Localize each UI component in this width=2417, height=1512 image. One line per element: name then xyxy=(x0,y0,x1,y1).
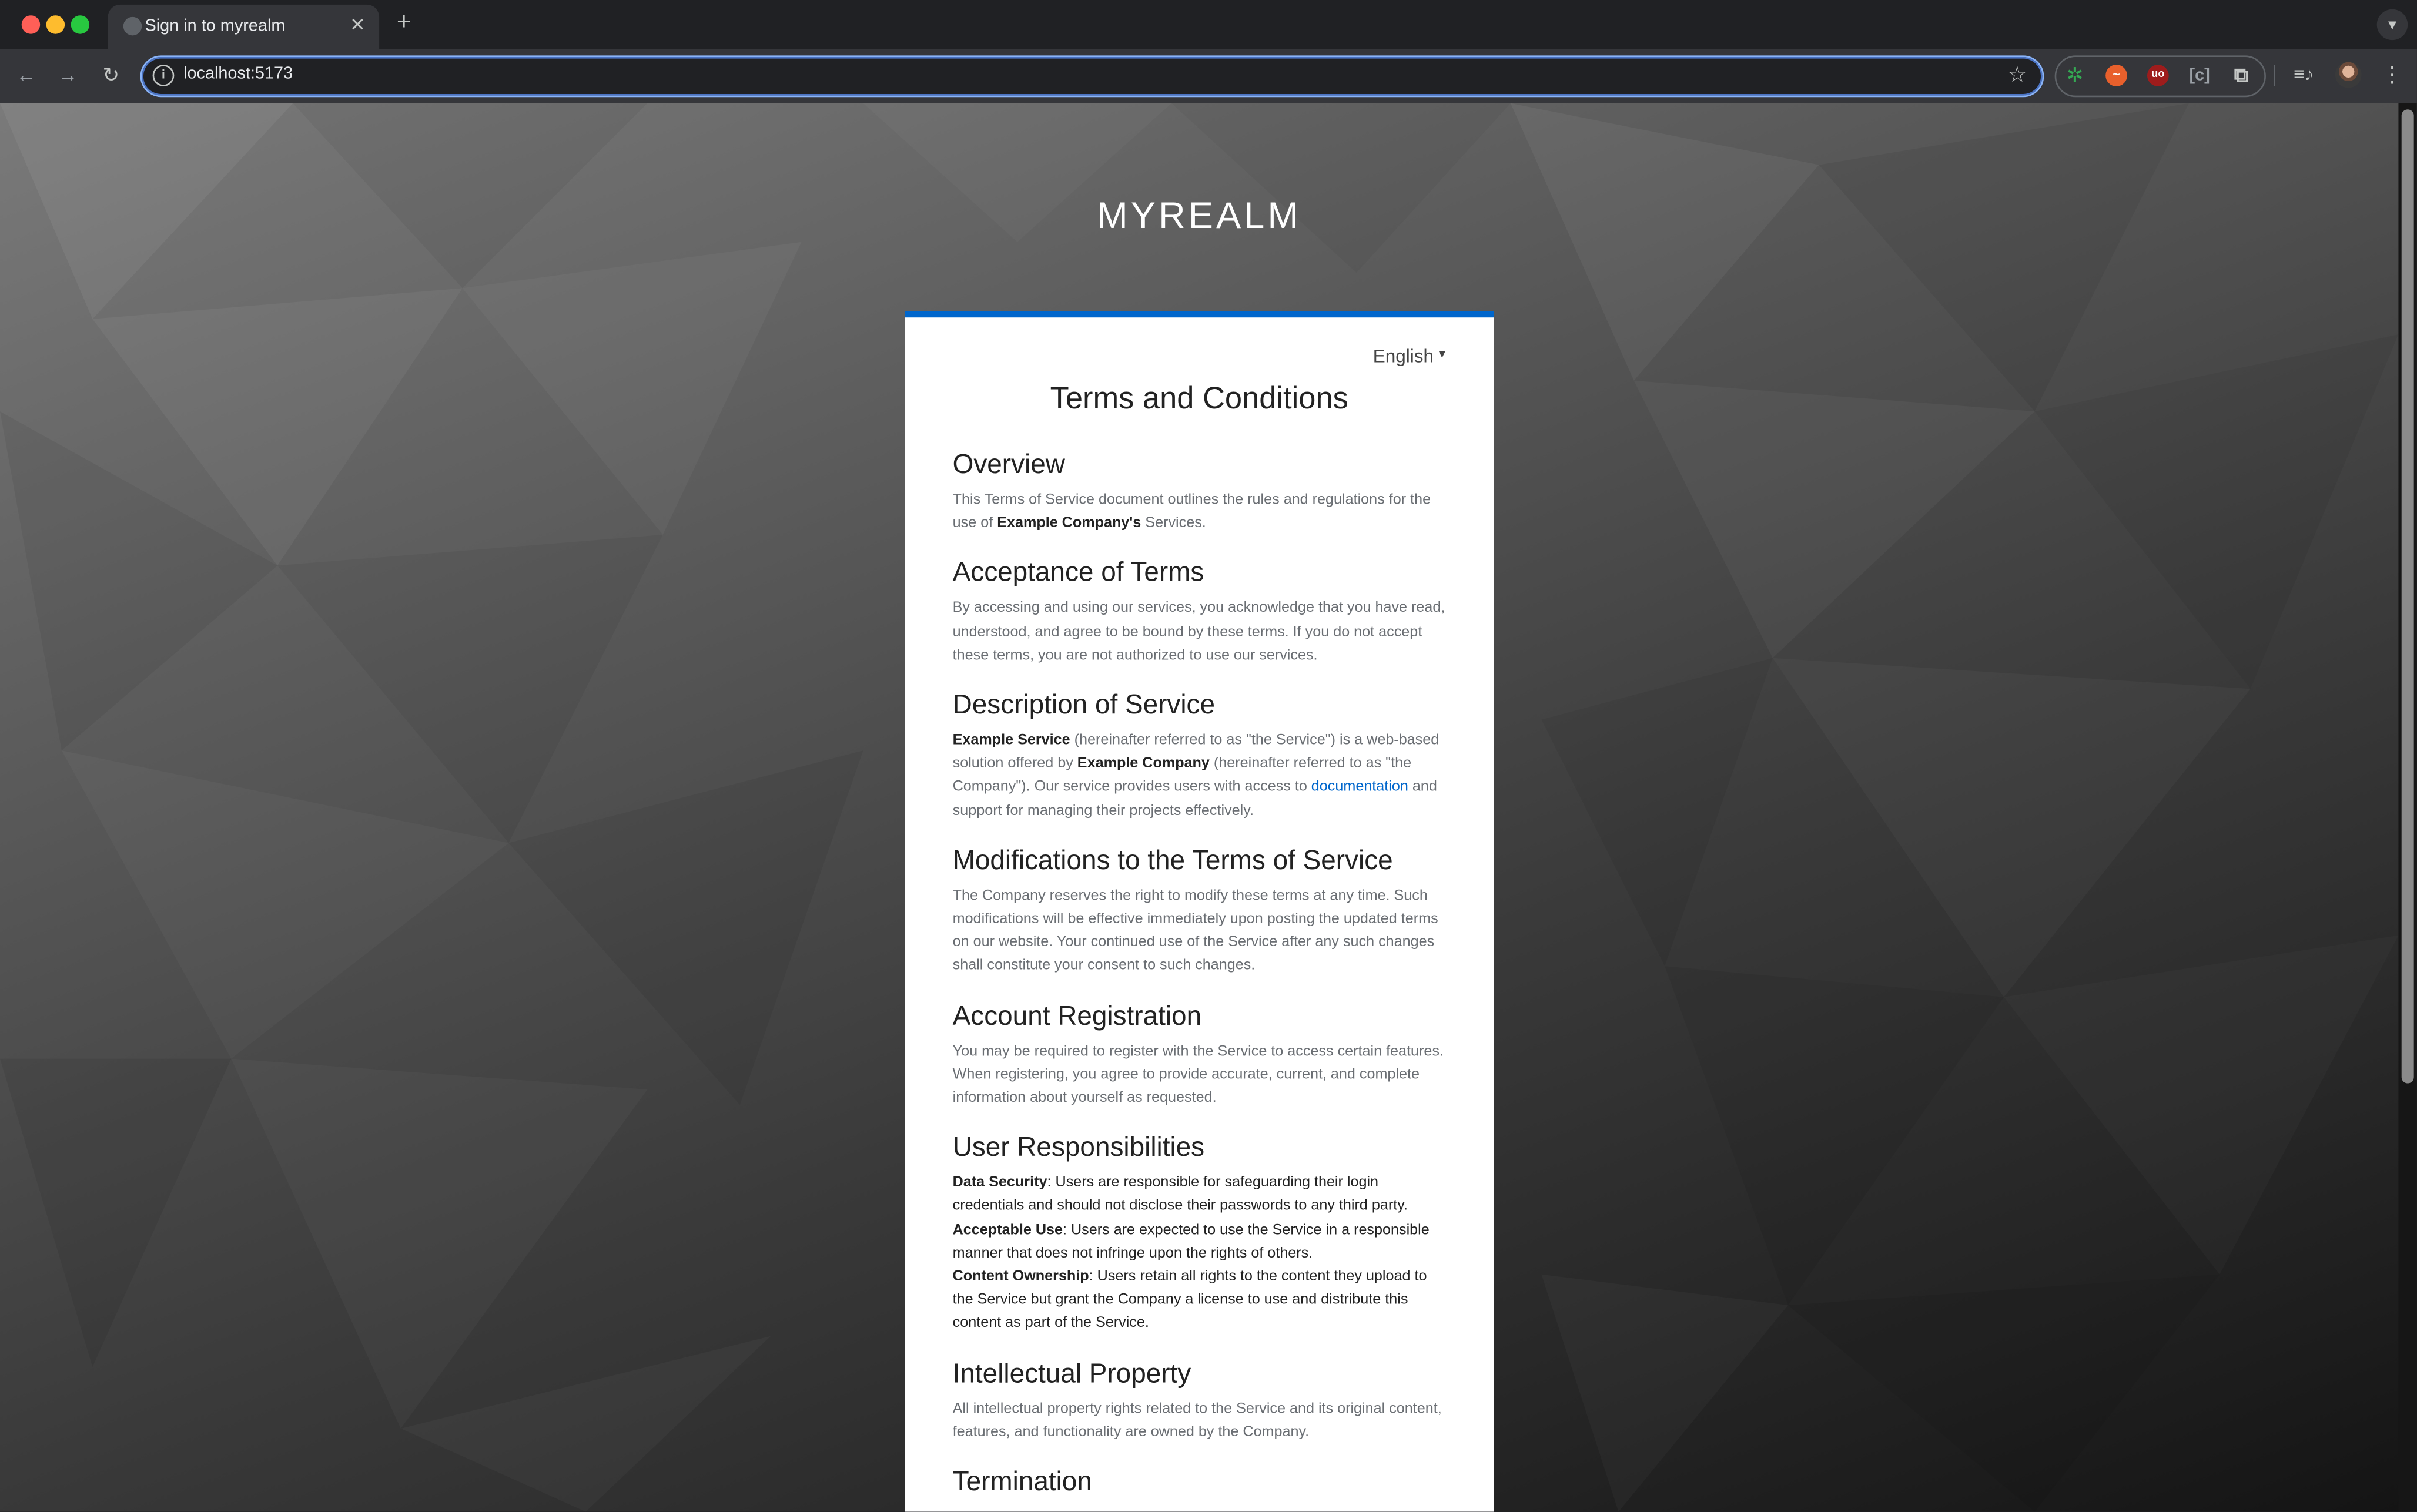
extension-code-icon[interactable]: [c] xyxy=(2189,65,2211,86)
section-text-description: Example Service (hereinafter referred to… xyxy=(952,732,1440,820)
browser-tab[interactable]: Sign in to myrealm ✕ xyxy=(108,4,380,49)
realm-title: MYREALM xyxy=(1097,196,1302,237)
section-heading-ip: Intellectual Property xyxy=(952,1357,1191,1388)
terms-content: Overview This Terms of Service document … xyxy=(953,447,1449,1498)
menu-icon[interactable]: ⋮ xyxy=(2382,62,2403,88)
tab-strip: Sign in to myrealm ✕ + ▼ xyxy=(0,0,2417,49)
section-heading-description: Description of Service xyxy=(952,689,1216,720)
section-heading-registration: Account Registration xyxy=(952,999,1202,1031)
section-heading-responsibilities: User Responsibilities xyxy=(952,1131,1205,1162)
page-title: Terms and Conditions xyxy=(1050,382,1348,417)
info-icon[interactable]: i xyxy=(152,65,175,86)
forward-icon[interactable]: → xyxy=(54,62,82,89)
section-heading-acceptance: Acceptance of Terms xyxy=(952,556,1204,588)
back-icon[interactable]: ← xyxy=(12,62,40,89)
extensions-icon[interactable]: ⧉ xyxy=(2231,64,2252,86)
section-text-responsibilities: Data Security: Users are responsible for… xyxy=(952,1174,1430,1332)
extension-ublock-icon[interactable]: uo xyxy=(2147,65,2169,86)
section-heading-overview: Overview xyxy=(952,448,1065,480)
language-label[interactable]: English xyxy=(1373,345,1434,367)
section-heading-termination: Termination xyxy=(952,1466,1092,1497)
section-text-overview: This Terms of Service document outlines … xyxy=(952,491,1431,532)
section-text-acceptance: By accessing and using our services, you… xyxy=(952,600,1445,664)
close-icon[interactable]: ✕ xyxy=(347,14,369,36)
close-window-button[interactable] xyxy=(21,15,41,34)
plus-icon[interactable]: + xyxy=(391,10,416,35)
extension-orange-icon[interactable]: ~ xyxy=(2105,65,2127,86)
tab-title: Sign in to myrealm xyxy=(145,16,286,36)
media-icon[interactable]: ≡♪ xyxy=(2294,63,2314,85)
maximize-window-button[interactable] xyxy=(71,15,90,34)
favicon-icon xyxy=(123,16,142,36)
extensions-group: ✲ ~ uo [c] ⧉ xyxy=(2054,55,2266,98)
avatar[interactable] xyxy=(2335,61,2362,88)
scrollbar[interactable] xyxy=(2398,103,2417,1512)
language-selector[interactable]: English ▼ xyxy=(1373,345,1448,367)
chevron-down-icon[interactable]: ▼ xyxy=(2376,9,2408,41)
scrollbar-thumb[interactable] xyxy=(2401,109,2414,1084)
section-text-ip: All intellectual property rights related… xyxy=(952,1400,1442,1441)
reload-icon[interactable]: ↻ xyxy=(97,62,125,89)
minimize-window-button[interactable] xyxy=(46,15,65,34)
browser-toolbar: ← → ↻ i localhost:5173 ☆ ✲ ~ uo [c] ⧉ ≡♪… xyxy=(0,49,2417,103)
url-text[interactable]: localhost:5173 xyxy=(183,65,293,83)
toolbar-divider xyxy=(2274,65,2275,86)
star-icon[interactable]: ☆ xyxy=(2008,62,2027,88)
section-heading-modifications: Modifications to the Terms of Service xyxy=(952,844,1393,876)
chevron-down-icon[interactable]: ▼ xyxy=(1437,350,1447,360)
address-bar[interactable]: i localhost:5173 ☆ xyxy=(140,55,2044,98)
page-viewport: MYREALM English ▼ Terms and Conditions Ov… xyxy=(0,103,2417,1512)
documentation-link[interactable]: documentation xyxy=(1311,779,1408,796)
section-text-modifications: The Company reserves the right to modify… xyxy=(952,887,1438,975)
extension-green-icon[interactable]: ✲ xyxy=(2064,64,2085,86)
section-text-registration: You may be required to register with the… xyxy=(952,1042,1444,1107)
terms-card: English ▼ Terms and Conditions Overview T… xyxy=(905,311,1494,1512)
